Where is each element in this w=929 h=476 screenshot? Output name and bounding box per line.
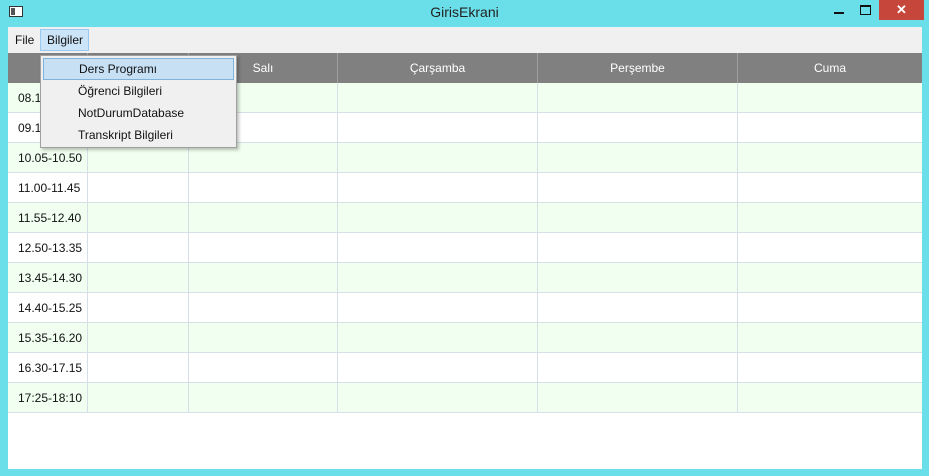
schedule-cell[interactable]: [738, 143, 922, 173]
schedule-cell[interactable]: [738, 353, 922, 383]
schedule-cell[interactable]: [338, 293, 538, 323]
schedule-cell[interactable]: [538, 113, 738, 143]
schedule-cell[interactable]: [538, 383, 738, 413]
schedule-cell[interactable]: [189, 173, 338, 203]
schedule-cell[interactable]: [338, 83, 538, 113]
schedule-cell[interactable]: [189, 353, 338, 383]
schedule-cell[interactable]: [88, 293, 189, 323]
time-slot-cell[interactable]: 17:25-18:10: [8, 383, 88, 413]
schedule-cell[interactable]: [738, 83, 922, 113]
schedule-cell[interactable]: [738, 203, 922, 233]
schedule-cell[interactable]: [88, 353, 189, 383]
table-row: 13.45-14.30: [8, 263, 922, 293]
schedule-cell[interactable]: [538, 143, 738, 173]
schedule-cell[interactable]: [738, 233, 922, 263]
time-slot-cell[interactable]: 11.55-12.40: [8, 203, 88, 233]
schedule-cell[interactable]: [88, 323, 189, 353]
menu-file[interactable]: File: [9, 29, 40, 51]
menu-item-ders-programi[interactable]: Ders Programı: [43, 58, 234, 80]
title-bar: GirisEkrani ✕: [0, 0, 929, 26]
menu-item-notdurum-database[interactable]: NotDurumDatabase: [43, 102, 234, 124]
menu-item-ogrenci-bilgileri[interactable]: Öğrenci Bilgileri: [43, 80, 234, 102]
menu-bilgiler[interactable]: Bilgiler: [40, 29, 89, 51]
column-header-friday[interactable]: Cuma: [738, 53, 922, 83]
schedule-cell[interactable]: [338, 383, 538, 413]
schedule-cell[interactable]: [538, 233, 738, 263]
window-title: GirisEkrani: [430, 4, 499, 20]
schedule-cell[interactable]: [538, 323, 738, 353]
column-header-thursday[interactable]: Perşembe: [538, 53, 738, 83]
schedule-cell[interactable]: [338, 233, 538, 263]
schedule-cell[interactable]: [738, 383, 922, 413]
schedule-cell[interactable]: [538, 263, 738, 293]
schedule-cell[interactable]: [338, 203, 538, 233]
schedule-cell[interactable]: [338, 323, 538, 353]
schedule-cell[interactable]: [338, 113, 538, 143]
schedule-cell[interactable]: [338, 263, 538, 293]
time-slot-cell[interactable]: 12.50-13.35: [8, 233, 88, 263]
close-button[interactable]: ✕: [879, 0, 924, 20]
table-row: 17:25-18:10: [8, 383, 922, 413]
schedule-cell[interactable]: [189, 383, 338, 413]
schedule-cell[interactable]: [738, 113, 922, 143]
schedule-cell[interactable]: [338, 353, 538, 383]
maximize-icon: [859, 5, 871, 15]
client-area: File Bilgiler S Salı Çarşamba Perşembe C…: [8, 27, 922, 469]
schedule-cell[interactable]: [338, 143, 538, 173]
schedule-cell[interactable]: [189, 293, 338, 323]
app-window: GirisEkrani ✕ File Bilgiler S Salı Çarşa…: [0, 0, 929, 476]
table-row: 11.00-11.45: [8, 173, 922, 203]
table-row: 14.40-15.25: [8, 293, 922, 323]
schedule-cell[interactable]: [88, 383, 189, 413]
close-icon: ✕: [896, 2, 907, 17]
schedule-cell[interactable]: [189, 203, 338, 233]
time-slot-cell[interactable]: 11.00-11.45: [8, 173, 88, 203]
table-row: 11.55-12.40: [8, 203, 922, 233]
schedule-cell[interactable]: [538, 83, 738, 113]
maximize-button[interactable]: [852, 0, 878, 20]
schedule-cell[interactable]: [738, 173, 922, 203]
schedule-cell[interactable]: [88, 173, 189, 203]
schedule-cell[interactable]: [538, 173, 738, 203]
time-slot-cell[interactable]: 15.35-16.20: [8, 323, 88, 353]
menu-bar: File Bilgiler: [8, 27, 922, 53]
table-row: 15.35-16.20: [8, 323, 922, 353]
time-slot-cell[interactable]: 14.40-15.25: [8, 293, 88, 323]
schedule-cell[interactable]: [338, 173, 538, 203]
schedule-cell[interactable]: [189, 323, 338, 353]
minimize-button[interactable]: [826, 0, 852, 20]
schedule-cell[interactable]: [738, 323, 922, 353]
time-slot-cell[interactable]: 13.45-14.30: [8, 263, 88, 293]
schedule-cell[interactable]: [88, 233, 189, 263]
schedule-cell[interactable]: [538, 293, 738, 323]
schedule-cell[interactable]: [189, 263, 338, 293]
table-row: 16.30-17.15: [8, 353, 922, 383]
column-header-wednesday[interactable]: Çarşamba: [338, 53, 538, 83]
time-slot-cell[interactable]: 16.30-17.15: [8, 353, 88, 383]
schedule-cell[interactable]: [88, 203, 189, 233]
schedule-cell[interactable]: [538, 353, 738, 383]
schedule-cell[interactable]: [738, 293, 922, 323]
table-row: 12.50-13.35: [8, 233, 922, 263]
minimize-icon: [834, 12, 844, 14]
schedule-cell[interactable]: [88, 263, 189, 293]
bilgiler-dropdown-menu: Ders Programı Öğrenci Bilgileri NotDurum…: [40, 55, 237, 148]
schedule-cell[interactable]: [189, 233, 338, 263]
schedule-cell[interactable]: [738, 263, 922, 293]
menu-item-transkript-bilgileri[interactable]: Transkript Bilgileri: [43, 124, 234, 146]
schedule-cell[interactable]: [538, 203, 738, 233]
